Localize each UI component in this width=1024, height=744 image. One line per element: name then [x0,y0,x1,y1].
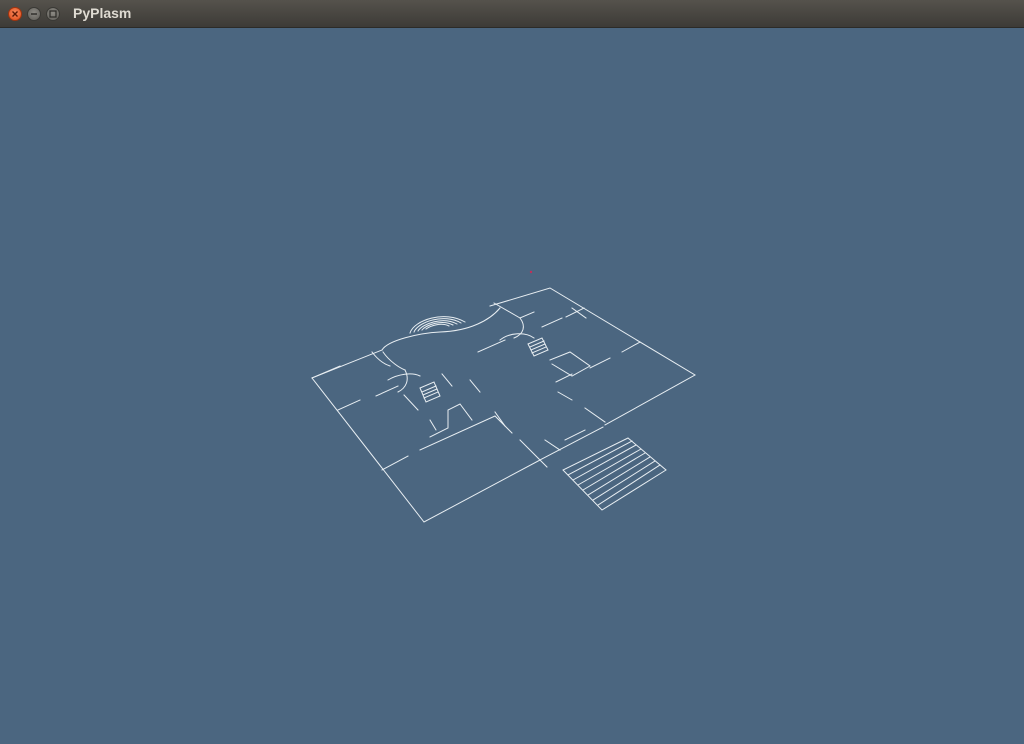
interior-wall [469,379,481,393]
arch [371,351,391,367]
interior-wall [375,385,399,397]
interior-wall [419,415,513,451]
interior-wall [621,341,641,353]
marker-dot [529,270,533,274]
exterior-stair [562,437,667,511]
apse-wall [381,307,501,351]
interior-wall [337,399,361,411]
interior-wall [477,339,506,353]
exterior-stair [567,440,633,476]
outer-wall [489,287,696,426]
interior-wall [541,317,563,328]
3d-viewport[interactable] [0,28,1024,744]
exterior-stair [592,460,656,501]
exterior-stair [582,452,646,491]
interior-wall [549,351,591,377]
outer-wall [311,377,548,523]
arch [397,369,408,393]
maximize-button[interactable] [46,7,60,21]
window-title: PyPlasm [73,5,132,21]
interior-wall [557,391,573,401]
interior-wall [381,455,409,471]
interior-wall [565,307,585,318]
maximize-icon [49,10,57,18]
arch [513,317,524,339]
minimize-icon [31,13,37,15]
interior-wall [429,403,473,438]
left-stair [421,385,439,399]
app-window: PyPlasm [0,0,1024,744]
interior-wall [555,373,573,383]
interior-wall [544,439,561,451]
exterior-stair [577,448,642,486]
interior-wall [584,407,606,423]
apse-wall [382,351,406,371]
right-stair [529,340,547,354]
interior-wall [441,373,453,387]
outer-wall [311,365,341,379]
title-bar[interactable]: PyPlasm [0,0,1024,28]
arch [387,373,421,381]
minimize-button[interactable] [27,7,41,21]
exterior-stair [587,456,651,496]
interior-wall [403,394,419,411]
interior-wall [429,419,437,431]
close-button[interactable] [8,7,22,21]
interior-wall [519,439,541,461]
exterior-stair [572,444,637,481]
exterior-stair [597,464,661,506]
interior-wall [519,311,535,319]
interior-wall [494,411,506,427]
interior-wall [589,357,611,369]
close-icon [12,11,18,17]
round-steps [417,320,458,332]
floor-plan-wireframe [311,270,696,523]
